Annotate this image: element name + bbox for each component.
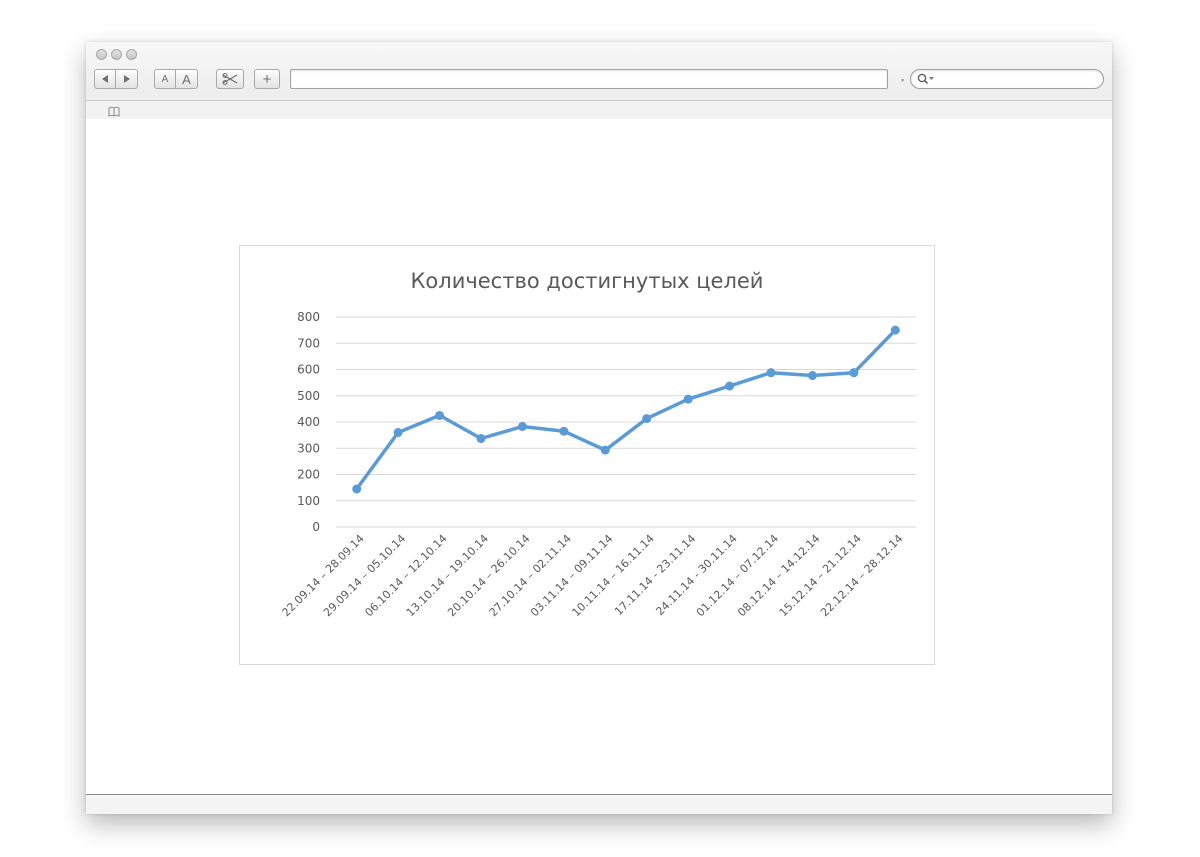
data-point [476, 434, 486, 444]
data-point [600, 445, 610, 455]
text-smaller-button[interactable]: A [154, 69, 176, 89]
x-tick-label: 20.10.14 – 26.10.14 [445, 532, 532, 619]
data-point [559, 426, 569, 436]
forward-button[interactable] [116, 69, 138, 89]
x-tick-label: 27.10.14 – 02.11.14 [487, 532, 574, 619]
x-tick-label: 15.12.14 – 21.12.14 [777, 532, 864, 619]
x-tick-label: 29.09.14 – 05.10.14 [321, 532, 408, 619]
data-point [435, 410, 445, 420]
address-separator-icon: ▪ [901, 75, 905, 85]
add-bookmark-button[interactable]: + [254, 69, 280, 89]
back-arrow-icon [102, 75, 108, 83]
address-bar-input[interactable] [290, 69, 888, 89]
y-tick-label: 600 [297, 363, 320, 377]
y-tick-label: 800 [297, 310, 320, 324]
y-tick-label: 300 [297, 441, 320, 455]
text-larger-button[interactable]: A [176, 69, 198, 89]
x-tick-label: 01.12.14 – 07.12.14 [694, 532, 781, 619]
x-tick-label: 10.11.14 – 16.11.14 [570, 532, 657, 619]
data-point [849, 368, 859, 378]
y-tick-label: 400 [297, 415, 320, 429]
y-tick-label: 700 [297, 336, 320, 350]
series-line [354, 328, 898, 491]
data-point [352, 484, 362, 494]
text-size-buttons: A A [154, 69, 198, 89]
x-tick-label: 06.10.14 – 12.10.14 [362, 532, 449, 619]
x-tick-label: 17.11.14 - 23.11.14 [612, 532, 698, 618]
line-chart: 0 100 200 300 400 500 600 700 800 22.09.14 – 28.0… [280, 269, 916, 619]
y-tick-label: 500 [297, 389, 320, 403]
x-tick-label: 22.09.14 – 28.09.14 [280, 532, 367, 619]
search-icon [917, 73, 935, 85]
data-point [683, 394, 693, 404]
back-button[interactable] [94, 69, 116, 89]
status-bar [86, 794, 1112, 814]
search-field[interactable] [910, 69, 1104, 89]
chart-container: 0 100 200 300 400 500 600 700 800 22.09.14 – 28.0… [239, 245, 935, 665]
y-tick-label: 0 [312, 520, 320, 534]
window-controls [96, 49, 137, 60]
close-window-button[interactable] [96, 49, 107, 60]
x-tick-label: 03.11.14 – 09.11.14 [528, 532, 615, 619]
data-point [393, 428, 403, 437]
web-clip-icon [222, 73, 238, 85]
forward-arrow-icon [123, 75, 130, 83]
toolbar: A A + ▪ [94, 69, 1104, 91]
title-bar: A A + ▪ [86, 42, 1112, 101]
data-point [766, 368, 776, 378]
x-tick-label: 24.11.14 - 30.11.14 [653, 532, 739, 618]
minimize-window-button[interactable] [111, 49, 122, 60]
data-point [890, 325, 900, 335]
page-content: 0 100 200 300 400 500 600 700 800 22.09.14 – 28.0… [86, 119, 1112, 794]
data-point [725, 381, 735, 391]
y-tick-label: 200 [297, 468, 320, 482]
web-clip-button[interactable] [216, 69, 244, 89]
nav-buttons [94, 69, 138, 89]
chart-title: Количество достигнутых целей [411, 269, 764, 293]
data-point [517, 421, 527, 431]
data-point [642, 414, 652, 424]
x-tick-label: 08.12.14 – 14.12.14 [735, 532, 822, 619]
data-point [807, 371, 817, 381]
browser-window: A A + ▪ 0 100 200 300 400 500 600 700 80… [86, 42, 1112, 814]
bookmarks-bar [86, 101, 1112, 119]
x-tick-label: 13.10.14 – 19.10.14 [404, 532, 491, 619]
zoom-window-button[interactable] [126, 49, 137, 60]
y-tick-label: 100 [297, 494, 320, 508]
x-tick-label: 22.12.14 – 28.12.14 [818, 532, 905, 619]
